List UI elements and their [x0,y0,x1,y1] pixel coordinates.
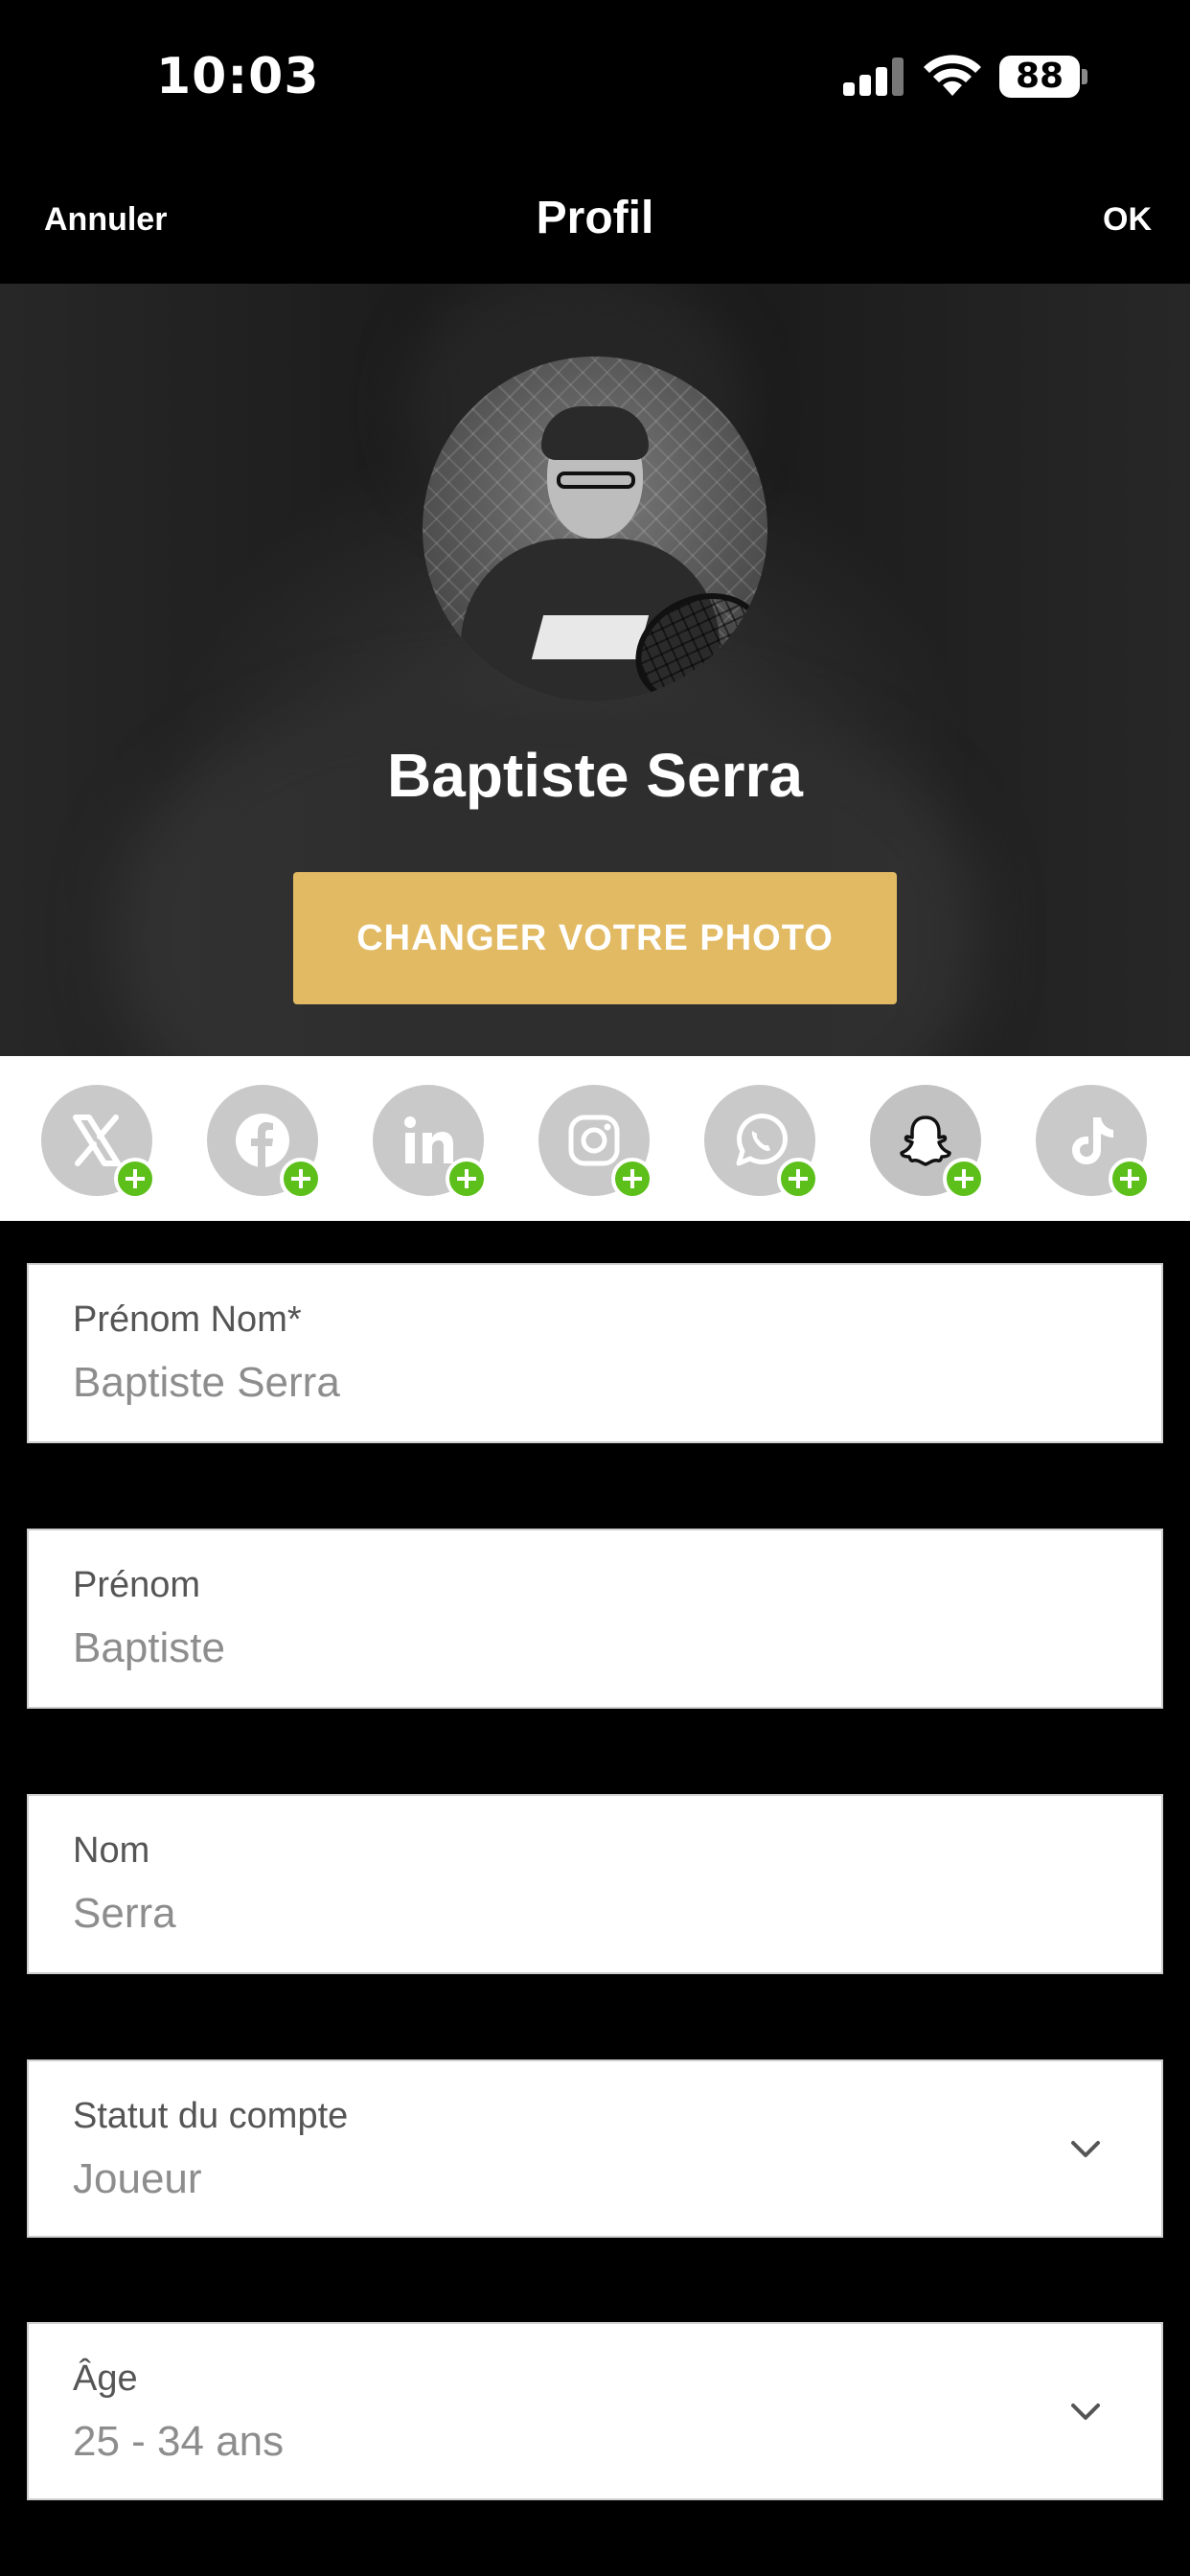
social-linkedin-button[interactable] [373,1085,488,1200]
profile-name: Baptiste Serra [387,741,803,810]
snapchat-icon [900,1116,951,1166]
linkedin-icon [404,1116,453,1163]
page-title: Profil [536,193,654,243]
age-label: Âge [73,2358,138,2399]
avatar[interactable] [423,356,767,702]
avatar-glasses [557,472,635,489]
ok-button[interactable]: OK [1103,201,1152,239]
add-badge-icon [777,1158,819,1200]
first-name-field[interactable]: Prénom Baptiste [27,1529,1163,1709]
add-badge-icon [943,1158,985,1200]
social-x-button[interactable] [41,1085,156,1200]
account-status-label: Statut du compte [73,2096,349,2136]
social-snapchat-button[interactable] [870,1085,985,1200]
social-facebook-button[interactable] [207,1085,322,1200]
social-links-bar [0,1056,1190,1221]
first-name-label: Prénom [73,1565,201,1605]
instagram-icon [568,1115,620,1166]
avatar-shirt-logo [531,615,650,659]
full-name-label: Prénom Nom* [73,1300,302,1340]
chevron-down-icon [1071,2141,1100,2157]
social-instagram-button[interactable] [538,1085,653,1200]
last-name-field[interactable]: Nom Serra [27,1794,1163,1974]
wifi-icon [924,55,981,96]
profile-header: Baptiste Serra CHANGER VOTRE PHOTO [0,284,1190,1056]
avatar-hair [541,406,649,460]
age-select[interactable]: Âge 25 - 34 ans [27,2322,1163,2500]
tiktok-icon [1072,1117,1113,1164]
status-bar: 10:03 88 [0,0,1190,153]
last-name-value[interactable]: Serra [73,1890,176,1938]
account-status-value: Joueur [73,2155,202,2202]
add-badge-icon [1109,1158,1151,1200]
add-badge-icon [611,1158,653,1200]
social-tiktok-button[interactable] [1036,1085,1151,1200]
whatsapp-icon [736,1114,788,1166]
facebook-icon [236,1114,289,1167]
x-twitter-icon [73,1115,121,1166]
account-status-select[interactable]: Statut du compte Joueur [27,2059,1163,2238]
add-badge-icon [280,1158,322,1200]
add-badge-icon [446,1158,488,1200]
battery-level: 88 [999,56,1080,98]
nav-bar: Annuler Profil OK [0,153,1190,284]
cancel-button[interactable]: Annuler [44,201,167,239]
status-time: 10:03 [156,48,320,105]
last-name-label: Nom [73,1830,150,1871]
cellular-signal-icon [843,58,904,96]
battery-icon: 88 [999,56,1087,98]
change-photo-button[interactable]: CHANGER VOTRE PHOTO [293,872,897,1004]
add-badge-icon [114,1158,156,1200]
full-name-value[interactable]: Baptiste Serra [73,1359,340,1407]
age-value: 25 - 34 ans [73,2418,285,2465]
chevron-down-icon [1071,2404,1100,2420]
social-whatsapp-button[interactable] [704,1085,819,1200]
first-name-value[interactable]: Baptiste [73,1624,225,1672]
full-name-field[interactable]: Prénom Nom* Baptiste Serra [27,1263,1163,1443]
